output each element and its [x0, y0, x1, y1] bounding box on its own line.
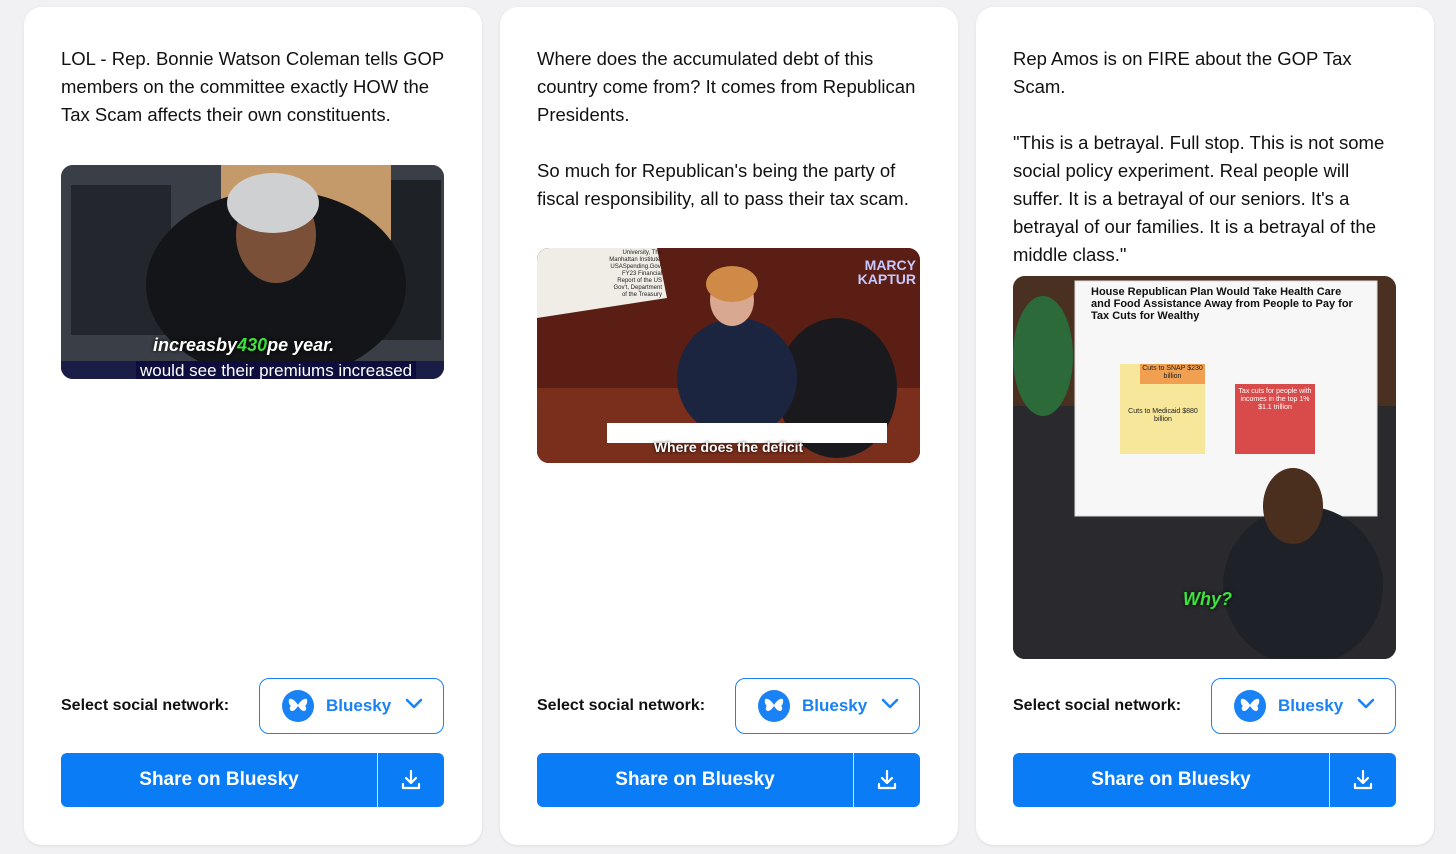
chevron-down-icon: [881, 697, 899, 715]
selected-network: Bluesky: [1278, 696, 1344, 715]
video-subtitle: would see their premiums increased: [136, 361, 417, 379]
post-video-thumbnail[interactable]: House Republican Plan Would Take Health …: [1013, 276, 1396, 659]
network-dropdown[interactable]: Bluesky: [1211, 678, 1396, 734]
video-caption: Where does the deficit: [653, 439, 804, 455]
download-icon: [1353, 769, 1373, 790]
social-network-select-row: Select social network: Bluesky: [537, 678, 920, 734]
share-button-group: Share on Bluesky: [61, 753, 444, 807]
post-card: Rep Amos is on FIRE about the GOP Tax Sc…: [976, 7, 1434, 845]
chevron-down-icon: [405, 697, 423, 715]
post-video-thumbnail[interactable]: increasby430pe year. would see their pre…: [61, 165, 444, 379]
network-dropdown[interactable]: Bluesky: [259, 678, 444, 734]
download-button[interactable]: [378, 753, 444, 807]
post-card: Where does the accumulated debt of this …: [500, 7, 958, 845]
download-icon: [877, 769, 897, 790]
butterfly-icon: [758, 690, 790, 722]
chart-sign-text: University, The Manhattan Institute, USA…: [609, 250, 662, 298]
social-network-select-row: Select social network: Bluesky: [1013, 678, 1396, 734]
post-text: LOL - Rep. Bonnie Watson Coleman tells G…: [61, 48, 449, 125]
share-button[interactable]: Share on Bluesky: [61, 753, 378, 807]
poster-snap-label: Cuts to SNAP $230 billion: [1142, 365, 1203, 380]
post-video-thumbnail[interactable]: University, The Manhattan Institute, USA…: [537, 248, 920, 463]
video-caption: Why?: [1183, 589, 1232, 609]
download-button[interactable]: [1330, 753, 1396, 807]
social-network-select-row: Select social network: Bluesky: [61, 678, 444, 734]
poster-medicaid-label: Cuts to Medicaid $880 billion: [1128, 408, 1198, 423]
channel-logo: MARCY KAPTUR: [857, 257, 916, 287]
butterfly-icon: [282, 690, 314, 722]
share-button[interactable]: Share on Bluesky: [1013, 753, 1330, 807]
butterfly-icon: [1234, 690, 1266, 722]
share-button-group: Share on Bluesky: [1013, 753, 1396, 807]
selected-network: Bluesky: [326, 696, 392, 715]
select-network-label: Select social network:: [61, 697, 230, 714]
download-icon: [401, 769, 421, 790]
selected-network: Bluesky: [802, 696, 868, 715]
select-network-label: Select social network:: [537, 697, 706, 714]
share-button[interactable]: Share on Bluesky: [537, 753, 854, 807]
poster-title: House Republican Plan Would Take Health …: [1091, 286, 1353, 322]
select-network-label: Select social network:: [1013, 697, 1182, 714]
poster-taxcuts-label: Tax cuts for people with incomes in the …: [1238, 388, 1312, 411]
post-text: Rep Amos is on FIRE about the GOP Tax Sc…: [1013, 48, 1385, 265]
download-button[interactable]: [854, 753, 920, 807]
post-text: Where does the accumulated debt of this …: [537, 48, 916, 209]
network-dropdown[interactable]: Bluesky: [735, 678, 920, 734]
share-button-group: Share on Bluesky: [537, 753, 920, 807]
chevron-down-icon: [1357, 697, 1375, 715]
video-caption: increasby430pe year.: [153, 335, 335, 355]
post-card: LOL - Rep. Bonnie Watson Coleman tells G…: [24, 7, 482, 845]
